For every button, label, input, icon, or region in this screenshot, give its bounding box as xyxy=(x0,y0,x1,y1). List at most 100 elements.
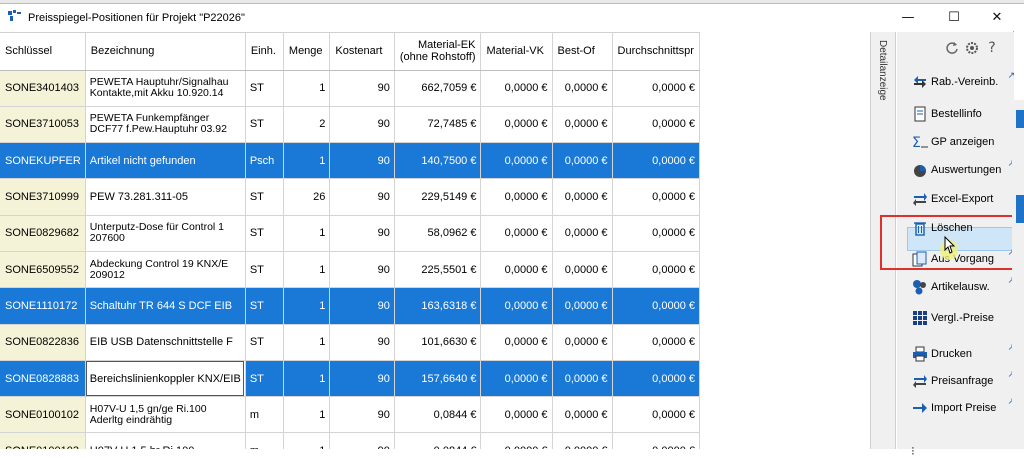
cell-cost[interactable]: 90 xyxy=(329,432,395,449)
cell-avg[interactable]: 0,0000 € xyxy=(612,251,700,289)
cell-cost[interactable]: 90 xyxy=(329,106,395,144)
column-header[interactable]: Bezeichnung xyxy=(85,33,246,71)
cell-avg[interactable]: 0,0000 € xyxy=(612,396,700,434)
table-row[interactable]: SONE0829682 Unterputz-Dose für Control 12… xyxy=(0,215,700,252)
cell-qty[interactable]: 2 xyxy=(283,106,331,144)
cell-key[interactable]: SONEKUPFER xyxy=(0,142,86,180)
cell-unit[interactable]: ST xyxy=(245,287,284,325)
column-header[interactable]: Schlüssel xyxy=(0,33,86,71)
cell-ek[interactable]: 157,6640 € xyxy=(394,360,482,398)
cell-cost[interactable]: 90 xyxy=(329,360,395,398)
cell-qty[interactable]: 1 xyxy=(283,251,331,289)
cell-unit[interactable]: ST xyxy=(245,251,284,289)
expand-arrow-icon[interactable]: ↗ xyxy=(1007,70,1015,81)
cell-key[interactable]: SONE0829682 xyxy=(0,215,86,252)
cell-avg[interactable]: 0,0000 € xyxy=(612,287,700,325)
table-row[interactable]: SONE3710053 PEWETA Funkempfänger DCF77 f.P… xyxy=(0,106,700,144)
cell-vk[interactable]: 0,0000 € xyxy=(480,106,553,144)
cell-qty[interactable]: 26 xyxy=(283,178,331,216)
close-button[interactable]: ✕ xyxy=(974,4,1020,31)
table-row[interactable]: SONE1110172 Schaltuhr TR 644 S DCF EIB ST 1… xyxy=(0,287,700,325)
column-header[interactable]: Durchschnittspr xyxy=(612,33,700,71)
cell-ek[interactable]: 662,7059 € xyxy=(394,70,482,107)
cell-avg[interactable]: 0,0000 € xyxy=(612,215,700,252)
table-row[interactable]: SONE0100102 H07V-U 1,5 gn/ge Ri.100 Aderlt… xyxy=(0,396,700,434)
cell-vk[interactable]: 0,0000 € xyxy=(480,178,553,216)
cell-description[interactable]: Artikel nicht gefunden xyxy=(85,142,246,180)
cell-ek[interactable]: 58,0962 € xyxy=(394,215,482,252)
cell-ek[interactable]: 140,7500 € xyxy=(394,142,482,180)
cell-best[interactable]: 0,0000 € xyxy=(552,432,613,449)
cell-best[interactable]: 0,0000 € xyxy=(552,251,613,289)
cell-unit[interactable]: ST xyxy=(245,360,284,398)
cell-key[interactable]: SONE1110172 xyxy=(0,287,86,325)
settings-icon[interactable] xyxy=(964,40,980,56)
cell-qty[interactable]: 1 xyxy=(283,70,331,107)
maximize-button[interactable]: ☐ xyxy=(931,4,977,31)
cell-description[interactable]: H07V-U 1,5 br Ri.100 xyxy=(85,432,246,449)
side-action-article-select[interactable]: Artikelausw.↗ xyxy=(911,275,1019,299)
cell-ek[interactable]: 101,6630 € xyxy=(394,324,482,361)
cell-unit[interactable]: ST xyxy=(245,215,284,252)
cell-avg[interactable]: 0,0000 € xyxy=(612,432,700,449)
cell-description[interactable]: PEWETA Hauptuhr/Signalhau Kontakte,mit Ak… xyxy=(85,70,246,107)
cell-vk[interactable]: 0,0000 € xyxy=(480,287,553,325)
cell-description[interactable]: PEW 73.281.311-05 xyxy=(85,178,246,216)
cell-unit[interactable]: Psch xyxy=(245,142,284,180)
cell-cost[interactable]: 90 xyxy=(329,178,395,216)
cell-cost[interactable]: 90 xyxy=(329,287,395,325)
cell-avg[interactable]: 0,0000 € xyxy=(612,360,700,398)
cell-avg[interactable]: 0,0000 € xyxy=(612,70,700,107)
cell-unit[interactable]: ST xyxy=(245,70,284,107)
cell-best[interactable]: 0,0000 € xyxy=(552,215,613,252)
side-action-import-arrow[interactable]: Import Preise↗ xyxy=(911,396,1019,420)
cell-vk[interactable]: 0,0000 € xyxy=(480,215,553,252)
cell-avg[interactable]: 0,0000 € xyxy=(612,324,700,361)
cell-ek[interactable]: 0,0844 € xyxy=(394,432,482,449)
cell-qty[interactable]: 1 xyxy=(283,324,331,361)
column-header[interactable]: Kostenart xyxy=(329,33,395,71)
cell-key[interactable]: SONE3710999 xyxy=(0,178,86,216)
cell-vk[interactable]: 0,0000 € xyxy=(480,70,553,107)
cell-avg[interactable]: 0,0000 € xyxy=(612,106,700,144)
cell-vk[interactable]: 0,0000 € xyxy=(480,142,553,180)
cell-description[interactable]: Abdeckung Control 19 KNX/E 209012 xyxy=(85,251,246,289)
refresh-icon[interactable] xyxy=(944,40,960,56)
cell-description[interactable]: H07V-U 1,5 gn/ge Ri.100 Aderltg eindrähti… xyxy=(85,396,246,434)
side-action-pie-chart[interactable]: Auswertungen↗ xyxy=(911,158,1019,182)
cell-qty[interactable]: 1 xyxy=(283,432,331,449)
cell-vk[interactable]: 0,0000 € xyxy=(480,251,553,289)
cell-cost[interactable]: 90 xyxy=(329,324,395,361)
cell-vk[interactable]: 0,0000 € xyxy=(480,396,553,434)
column-header[interactable]: Material-EK (ohne Rohstoff) xyxy=(394,33,482,71)
table-row[interactable]: SONE6509552 Abdeckung Control 19 KNX/E 209… xyxy=(0,251,700,289)
column-header[interactable]: Menge xyxy=(283,33,331,71)
cell-best[interactable]: 0,0000 € xyxy=(552,324,613,361)
cell-vk[interactable]: 0,0000 € xyxy=(480,324,553,361)
cell-qty[interactable]: 1 xyxy=(283,396,331,434)
cell-vk[interactable]: 0,0000 € xyxy=(480,432,553,449)
cell-unit[interactable]: ST xyxy=(245,324,284,361)
minimize-button[interactable]: — xyxy=(885,4,931,31)
cell-unit[interactable]: ST xyxy=(245,106,284,144)
help-icon[interactable]: ? xyxy=(984,40,1000,56)
cell-avg[interactable]: 0,0000 € xyxy=(612,178,700,216)
cell-description[interactable]: EIB USB Datenschnittstelle F xyxy=(85,324,246,361)
cell-unit[interactable]: m xyxy=(245,432,284,449)
more-options-icon[interactable]: ⁝ xyxy=(911,444,915,458)
cell-cost[interactable]: 90 xyxy=(329,215,395,252)
table-row[interactable]: SONE0828883 Bereichslinienkoppler KNX/EIB… xyxy=(0,360,700,398)
column-header[interactable]: Best-Of xyxy=(552,33,613,71)
cell-description[interactable]: Bereichslinienkoppler KNX/EIB xyxy=(85,360,246,398)
cell-best[interactable]: 0,0000 € xyxy=(552,142,613,180)
cell-cost[interactable]: 90 xyxy=(329,70,395,107)
table-row[interactable]: SONE0100103H07V-U 1,5 br Ri.100m1900,084… xyxy=(0,432,700,449)
cell-qty[interactable]: 1 xyxy=(283,287,331,325)
cell-key[interactable]: SONE0822836 xyxy=(0,324,86,361)
cell-qty[interactable]: 1 xyxy=(283,142,331,180)
cell-best[interactable]: 0,0000 € xyxy=(552,360,613,398)
cell-qty[interactable]: 1 xyxy=(283,360,331,398)
cell-ek[interactable]: 225,5501 € xyxy=(394,251,482,289)
table-row[interactable]: SONEKUPFER Artikel nicht gefunden Psch 1 90 1… xyxy=(0,142,700,180)
column-header[interactable]: Einh. xyxy=(245,33,284,71)
